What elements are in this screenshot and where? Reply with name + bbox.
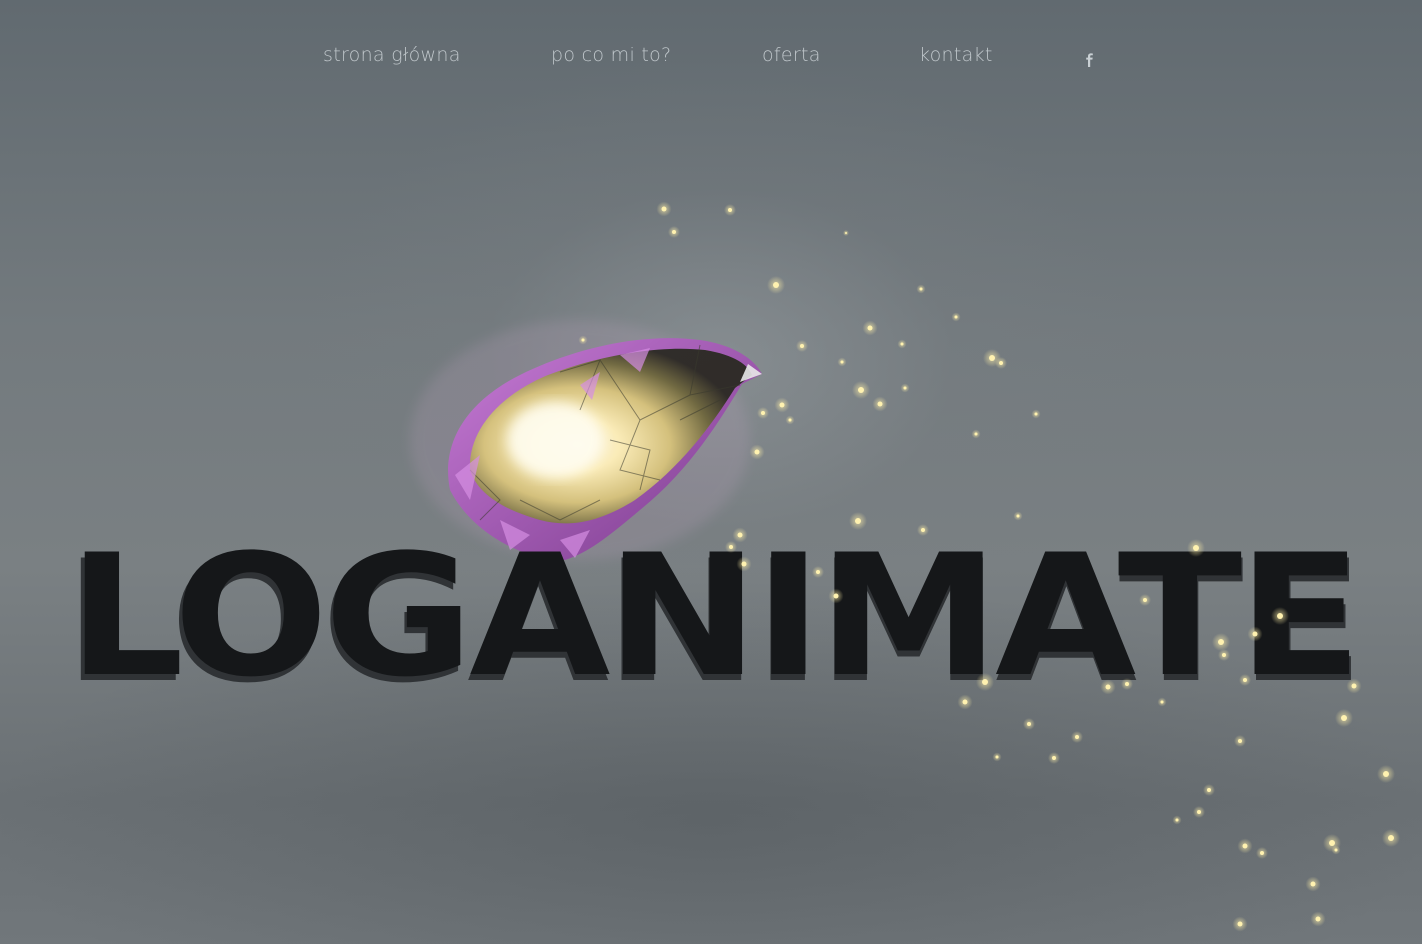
sparkle-dot [779,402,785,408]
sparkle-dot [1218,639,1224,645]
sparkle-dot [1388,835,1394,841]
main-navigation: strona główna po co mi to? oferta kontak… [0,44,1422,72]
sparkle-dot [728,208,732,212]
sparkle-dot [1027,722,1031,726]
sparkle-dot [1243,678,1247,682]
sparkle-dot [877,401,883,407]
sparkle-dot [989,355,995,361]
sparkle-dot [921,528,925,532]
sparkle-dot [1310,881,1316,887]
sparkle-dot [1260,851,1264,855]
sparkle-dot [1175,818,1179,822]
sparkle-dot [741,561,747,567]
sparkle-dot [995,755,999,759]
sparkle-dot [982,679,988,685]
sparkle-dot [1277,613,1283,619]
facebook-icon[interactable] [1082,50,1096,68]
gem-hot-spot [507,402,603,478]
sparkle-dot [761,411,765,415]
sparkle-dot [661,206,667,212]
sparkle-dot [672,230,676,234]
sparkle-dot [840,360,844,364]
sparkle-dot [729,545,733,549]
sparkle-dot [858,387,864,393]
sparkle-dot [855,518,861,524]
sparkle-dot [1351,683,1357,689]
sparkle-dot [999,361,1003,365]
sparkle-dot [954,315,958,319]
sparkle-dot [1238,739,1242,743]
logo-text: LOGANIMATE [68,518,1358,714]
nav-link-home[interactable]: strona główna [323,44,461,66]
hero-stage: LOGANIMATE LOGANIMATE strona główna po c… [0,0,1422,944]
sparkle-dot [1222,653,1226,657]
sparkle-dot [800,344,804,348]
sparkle-dot [845,232,847,234]
sparkle-dot [1016,514,1020,518]
sparkle-dot [773,282,779,288]
nav-link-why[interactable]: po co mi to? [551,44,671,66]
sparkle-dot [1197,810,1201,814]
sparkle-dot [833,593,839,599]
sparkle-dot [816,570,820,574]
sparkle-dot [1034,412,1038,416]
sparkle-dot [1341,715,1347,721]
sparkle-dot [1193,545,1199,551]
sparkle-dot [788,418,792,422]
sparkle-dot [737,532,743,538]
sparkle-dot [1052,756,1056,760]
sparkle-dot [1125,682,1129,686]
sparkle-dot [1329,840,1335,846]
sparkle-dot [1315,916,1321,922]
sparkle-dot [581,338,585,342]
hero-scene: LOGANIMATE LOGANIMATE [64,201,1400,932]
nav-link-offer[interactable]: oferta [762,44,821,66]
sparkle-dot [900,342,904,346]
sparkle-dot [1207,788,1211,792]
sparkle-dot [1143,598,1147,602]
sparkle-dot [867,325,873,331]
sparkle-dot [1242,843,1248,849]
sparkle-dot [1383,771,1389,777]
sparkle-dot [1105,684,1111,690]
sparkle-dot [1075,735,1079,739]
sparkle-dot [903,386,907,390]
sparkle-dot [1252,631,1258,637]
sparkle-dot [974,432,978,436]
sparkle-dot [1237,921,1243,927]
sparkle-dot [1160,700,1164,704]
sparkle-dot [919,287,923,291]
nav-link-contact[interactable]: kontakt [919,44,993,66]
sparkle-dot [754,449,760,455]
sparkle-dot [962,699,968,705]
sparkle-dot [1334,848,1338,852]
